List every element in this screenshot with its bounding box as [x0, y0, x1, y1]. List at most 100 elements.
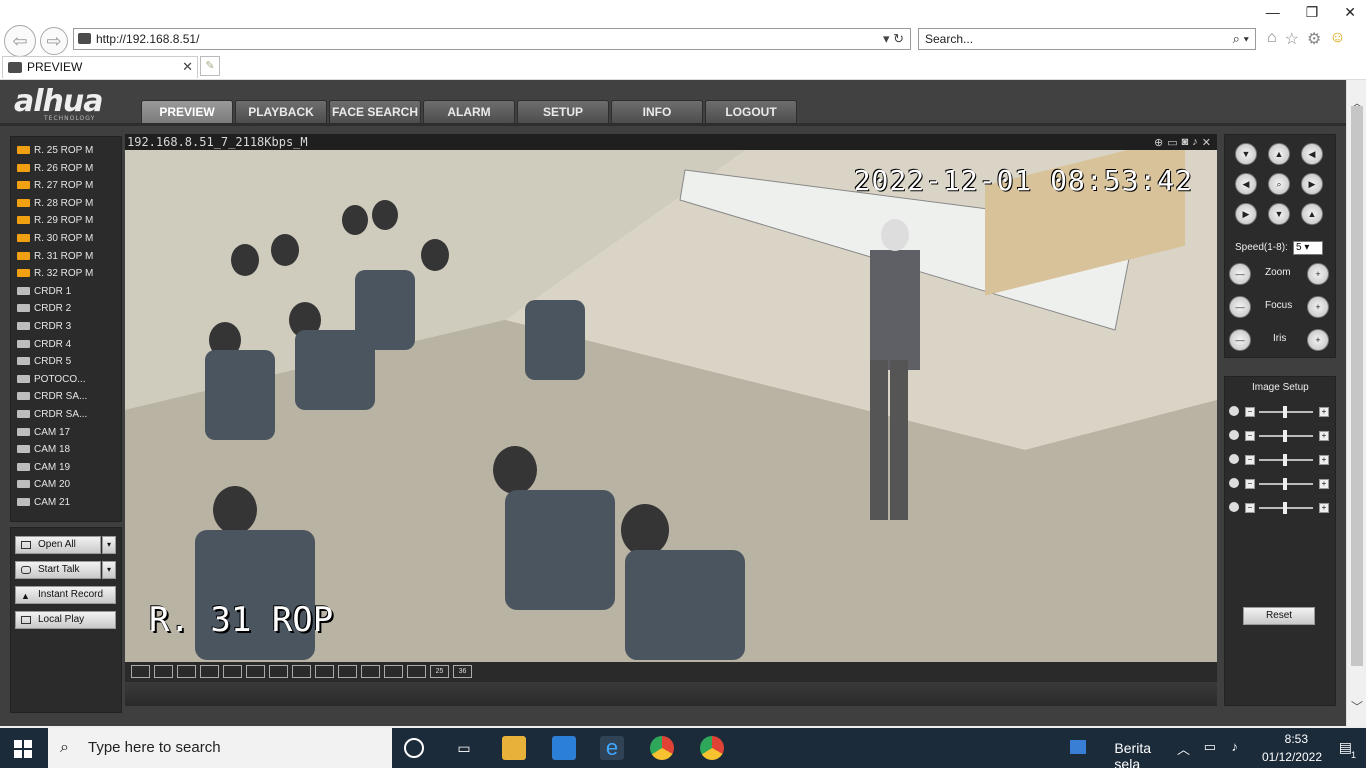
- store-icon[interactable]: [552, 736, 576, 760]
- forward-button[interactable]: ⇨: [40, 27, 68, 55]
- ptz-center-button[interactable]: ⌕: [1268, 173, 1290, 195]
- ptz-up-right-button[interactable]: ◀: [1301, 143, 1323, 165]
- tab-playback[interactable]: PLAYBACK: [235, 100, 327, 124]
- contrast-plus[interactable]: +: [1319, 431, 1329, 441]
- channel-item[interactable]: CRDR 4: [17, 337, 71, 353]
- restore-icon[interactable]: ❐: [1306, 4, 1319, 21]
- layout-button[interactable]: [315, 665, 334, 678]
- chrome-profile-icon[interactable]: [700, 736, 724, 760]
- address-bar[interactable]: http://192.168.8.51/ ▾ ↻: [73, 28, 911, 50]
- gain-plus[interactable]: +: [1319, 503, 1329, 513]
- saturation-knob[interactable]: [1283, 454, 1287, 466]
- reset-button[interactable]: Reset: [1243, 607, 1315, 625]
- channel-item[interactable]: CRDR SA...: [17, 389, 87, 405]
- ptz-down-right-button[interactable]: ▲: [1301, 203, 1323, 225]
- file-explorer-icon[interactable]: [502, 736, 526, 760]
- brightness-plus[interactable]: +: [1319, 407, 1329, 417]
- channel-item[interactable]: CAM 19: [17, 460, 70, 476]
- channel-item[interactable]: CRDR 2: [17, 301, 71, 317]
- channel-item[interactable]: R. 32 ROP M: [17, 266, 93, 282]
- smiley-icon[interactable]: ☺: [1329, 29, 1345, 49]
- gain-minus[interactable]: −: [1245, 503, 1255, 513]
- gear-icon[interactable]: ⚙: [1307, 29, 1321, 49]
- search-input[interactable]: Search... ⌕ ▾: [918, 28, 1256, 50]
- tab-alarm[interactable]: ALARM: [423, 100, 515, 124]
- local-play-button[interactable]: Local Play: [15, 611, 116, 629]
- iris-plus-button[interactable]: +: [1307, 329, 1329, 351]
- channel-item[interactable]: CAM 18: [17, 442, 70, 458]
- chevron-up-icon[interactable]: ︿: [1177, 739, 1190, 758]
- ptz-up-button[interactable]: ▲: [1268, 143, 1290, 165]
- channel-item[interactable]: POTOCO...: [17, 372, 86, 388]
- zoom-out-button[interactable]: —: [1229, 263, 1251, 285]
- chrome-icon[interactable]: [650, 736, 674, 760]
- layout-button[interactable]: [407, 665, 426, 678]
- channel-item[interactable]: R. 25 ROP M: [17, 143, 93, 159]
- open-all-button[interactable]: Open All: [15, 536, 101, 554]
- channel-item[interactable]: CRDR 5: [17, 354, 71, 370]
- search-icon[interactable]: ⌕ ▾: [1233, 29, 1249, 49]
- ptz-down-left-button[interactable]: ▶: [1235, 203, 1257, 225]
- tab-info[interactable]: INFO: [611, 100, 703, 124]
- close-video-icon[interactable]: ✕: [1202, 136, 1211, 149]
- layout-button[interactable]: [223, 665, 242, 678]
- tab-logout[interactable]: LOGOUT: [705, 100, 797, 124]
- home-icon[interactable]: ⌂: [1267, 29, 1277, 49]
- new-tab-button[interactable]: ✎: [200, 56, 220, 76]
- channel-item[interactable]: R. 28 ROP M: [17, 196, 93, 212]
- task-view-icon[interactable]: ▭: [452, 736, 476, 760]
- saturation-plus[interactable]: +: [1319, 455, 1329, 465]
- channel-item[interactable]: CAM 20: [17, 477, 70, 493]
- zoom-icon[interactable]: ⊕: [1154, 136, 1163, 149]
- contrast-knob[interactable]: [1283, 430, 1287, 442]
- layout-button[interactable]: [177, 665, 196, 678]
- brightness-knob[interactable]: [1283, 406, 1287, 418]
- channel-item[interactable]: CRDR SA...: [17, 407, 87, 423]
- layout-button[interactable]: 25: [430, 665, 449, 678]
- video-feed[interactable]: 2022-12-01 08:53:42 R. 31 ROP: [125, 150, 1217, 662]
- channel-item[interactable]: CAM 21: [17, 495, 70, 511]
- favorites-star-icon[interactable]: ☆: [1285, 29, 1299, 49]
- layout-button[interactable]: [361, 665, 380, 678]
- tab-face-search[interactable]: FACE SEARCH: [329, 100, 421, 124]
- hue-plus[interactable]: +: [1319, 479, 1329, 489]
- start-talk-dropdown[interactable]: ▾: [102, 561, 116, 579]
- network-icon[interactable]: ▭: [1204, 739, 1216, 755]
- instant-record-button[interactable]: ▲ Instant Record: [15, 586, 116, 604]
- ptz-left-button[interactable]: ◀: [1235, 173, 1257, 195]
- channel-item[interactable]: R. 29 ROP M: [17, 213, 93, 229]
- volume-icon[interactable]: ♪: [1232, 739, 1239, 754]
- ptz-up-left-button[interactable]: ▼: [1235, 143, 1257, 165]
- layout-button[interactable]: [131, 665, 150, 678]
- page-scrollbar[interactable]: ︿ ﹀: [1346, 80, 1366, 726]
- ptz-right-button[interactable]: ▶: [1301, 173, 1323, 195]
- layout-button[interactable]: [292, 665, 311, 678]
- layout-button[interactable]: [154, 665, 173, 678]
- refresh-icon[interactable]: ▾ ↻: [883, 29, 904, 49]
- layout-button[interactable]: [269, 665, 288, 678]
- news-widget-icon[interactable]: [1070, 740, 1086, 754]
- layout-button[interactable]: [338, 665, 357, 678]
- open-all-dropdown[interactable]: ▾: [102, 536, 116, 554]
- audio-icon[interactable]: ♪: [1192, 136, 1198, 149]
- channel-item[interactable]: R. 26 ROP M: [17, 161, 93, 177]
- back-button[interactable]: ⇦: [4, 25, 36, 57]
- brightness-minus[interactable]: −: [1245, 407, 1255, 417]
- tab-preview-menu[interactable]: PREVIEW: [141, 100, 233, 124]
- iris-minus-button[interactable]: —: [1229, 329, 1251, 351]
- clock-time[interactable]: 8:53: [1285, 732, 1308, 746]
- zoom-in-button[interactable]: +: [1307, 263, 1329, 285]
- minimize-icon[interactable]: —: [1266, 4, 1280, 21]
- close-icon[interactable]: ✕: [1344, 4, 1356, 21]
- focus-minus-button[interactable]: —: [1229, 296, 1251, 318]
- contrast-minus[interactable]: −: [1245, 431, 1255, 441]
- channel-item[interactable]: R. 27 ROP M: [17, 178, 93, 194]
- tab-close-icon[interactable]: ✕: [182, 57, 193, 77]
- start-talk-button[interactable]: Start Talk: [15, 561, 101, 579]
- channel-item[interactable]: CAM 17: [17, 425, 70, 441]
- layout-button[interactable]: [384, 665, 403, 678]
- taskbar-search[interactable]: ⌕ Type here to search: [48, 728, 392, 768]
- record-icon[interactable]: ▭: [1167, 136, 1177, 149]
- hue-minus[interactable]: −: [1245, 479, 1255, 489]
- channel-item[interactable]: R. 31 ROP M: [17, 249, 93, 265]
